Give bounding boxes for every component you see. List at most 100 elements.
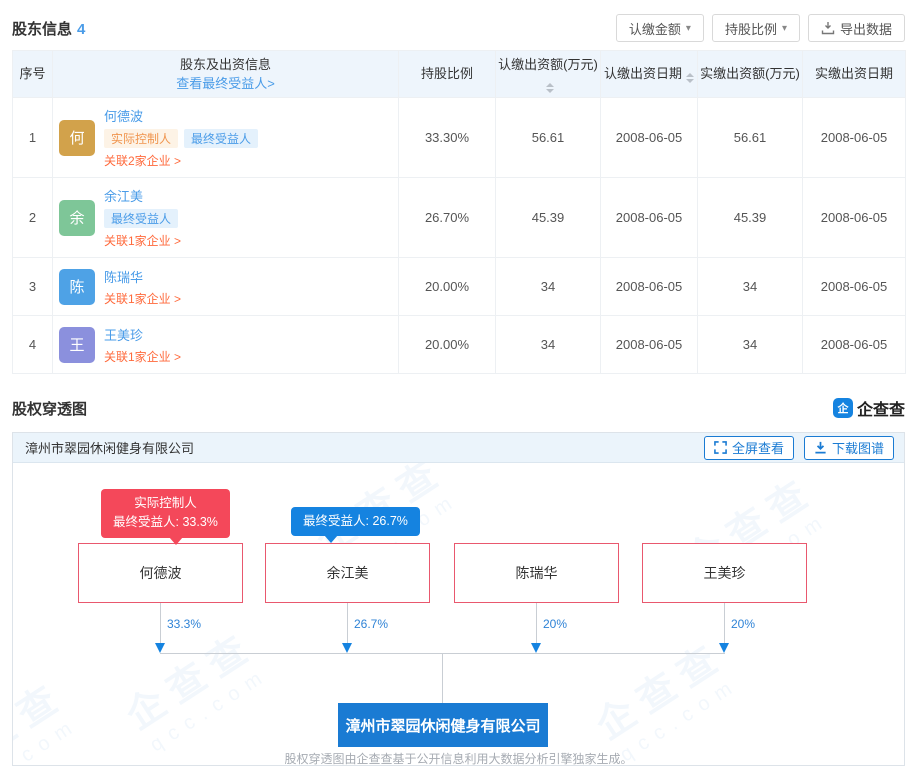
ratio-filter-label: 持股比例 <box>725 19 777 38</box>
shareholder-name-link[interactable]: 陈瑞华 <box>104 267 143 286</box>
paid-date-value: 2008-06-05 <box>803 178 906 258</box>
beneficiary-tag: 最终受益人 <box>184 129 258 148</box>
shareholders-toolbar: 认缴金额 ▾ 持股比例 ▾ 导出数据 <box>616 14 905 42</box>
header-index: 序号 <box>13 51 53 98</box>
subscribed-date-value: 2008-06-05 <box>601 258 698 316</box>
paid-date-value: 2008-06-05 <box>803 258 906 316</box>
connector-line <box>724 603 725 645</box>
equity-chart: 企查查 qcc.com 企查查 qcc.com 企查查 qcc.com 企查查 … <box>13 463 904 765</box>
chevron-down-icon: ▾ <box>686 23 691 34</box>
badge-pointer <box>169 537 183 545</box>
header-shareholder: 股东及出资信息 查看最终受益人> <box>53 51 399 98</box>
shareholder-cell: 余 余江美 最终受益人 关联1家企业 > <box>53 178 399 258</box>
paid-amount-value: 56.61 <box>698 98 803 178</box>
shareholder-cell: 陈 陈瑞华 关联1家企业 > <box>53 258 399 316</box>
avatar: 陈 <box>59 269 95 305</box>
shareholder-cell: 何 何德波 实际控制人 最终受益人 关联2家企业 > <box>53 98 399 178</box>
chevron-down-icon: ▾ <box>782 23 787 34</box>
percent-label: 26.7% <box>354 617 388 631</box>
avatar: 余 <box>59 200 95 236</box>
paid-amount-value: 34 <box>698 316 803 374</box>
paid-amount-value: 34 <box>698 258 803 316</box>
equity-title: 股权穿透图 <box>12 398 87 419</box>
row-index: 1 <box>13 98 53 178</box>
paid-date-value: 2008-06-05 <box>803 98 906 178</box>
avatar: 何 <box>59 120 95 156</box>
ratio-value: 20.00% <box>399 316 496 374</box>
equity-panel-header: 漳州市翠园休闲健身有限公司 全屏查看 下载图谱 <box>13 433 904 463</box>
chart-footnote: 股权穿透图由企查查基于公开信息利用大数据分析引擎独家生成。 <box>13 750 904 765</box>
subscribed-amount-filter-label: 认缴金额 <box>629 19 681 38</box>
chart-node-shareholder[interactable]: 何德波 <box>78 543 243 603</box>
shareholders-header: 股东信息 4 认缴金额 ▾ 持股比例 ▾ 导出数据 <box>0 0 913 50</box>
shareholder-name-link[interactable]: 何德波 <box>104 106 143 125</box>
download-icon <box>814 441 827 454</box>
percent-label: 20% <box>543 617 567 631</box>
shareholders-count: 4 <box>77 21 85 38</box>
ratio-value: 20.00% <box>399 258 496 316</box>
avatar: 王 <box>59 327 95 363</box>
download-chart-button[interactable]: 下载图谱 <box>804 436 894 460</box>
subscribed-date-value: 2008-06-05 <box>601 178 698 258</box>
fullscreen-icon <box>714 441 727 454</box>
shareholder-name-link[interactable]: 余江美 <box>104 186 143 205</box>
subscribed-amount-value: 45.39 <box>496 178 601 258</box>
paid-date-value: 2008-06-05 <box>803 316 906 374</box>
beneficiary-tag: 最终受益人 <box>104 209 178 228</box>
table-row: 4 王 王美珍 关联1家企业 > 20.00% 34 2008-06-05 34… <box>13 316 906 374</box>
chart-node-shareholder[interactable]: 余江美 <box>265 543 430 603</box>
panel-actions: 全屏查看 下载图谱 <box>704 436 894 460</box>
panel-company-name: 漳州市翠园休闲健身有限公司 <box>25 438 194 457</box>
fullscreen-label: 全屏查看 <box>732 438 784 457</box>
row-index: 2 <box>13 178 53 258</box>
sort-icon[interactable] <box>686 73 694 83</box>
shareholders-title-text: 股东信息 <box>12 21 72 38</box>
related-companies-link[interactable]: 关联1家企业 > <box>104 290 181 307</box>
ratio-value: 26.70% <box>399 178 496 258</box>
related-companies-link[interactable]: 关联1家企业 > <box>104 232 181 249</box>
qichacha-logo-icon: 企 <box>833 398 853 418</box>
qichacha-logo-text: 企查查 <box>857 396 905 420</box>
view-beneficiary-link[interactable]: 查看最终受益人> <box>176 76 275 91</box>
row-index: 4 <box>13 316 53 374</box>
actual-controller-tag: 实际控制人 <box>104 129 178 148</box>
actual-controller-badge: 实际控制人 最终受益人: 33.3% <box>101 489 230 538</box>
subscribed-amount-value: 34 <box>496 316 601 374</box>
header-subscribed-amount-text: 认缴出资额(万元) <box>498 57 598 72</box>
shareholders-table: 序号 股东及出资信息 查看最终受益人> 持股比例 认缴出资额(万元) 认缴出资日… <box>12 50 906 374</box>
arrow-down-icon <box>342 643 352 653</box>
header-paid-date: 实缴出资日期 <box>803 51 906 98</box>
table-row: 1 何 何德波 实际控制人 最终受益人 关联2家企业 > 33.30% 56.6… <box>13 98 906 178</box>
watermark: 企查查 qcc.com <box>113 615 276 759</box>
header-shareholder-text: 股东及出资信息 <box>53 55 398 75</box>
beneficiary-badge: 最终受益人: 26.7% <box>291 507 420 536</box>
sort-icon[interactable] <box>546 83 554 93</box>
chart-node-shareholder[interactable]: 陈瑞华 <box>454 543 619 603</box>
export-data-label: 导出数据 <box>840 19 892 38</box>
related-companies-link[interactable]: 关联2家企业 > <box>104 152 181 169</box>
qichacha-logo: 企 企查查 <box>833 396 905 420</box>
ratio-filter-button[interactable]: 持股比例 ▾ <box>712 14 800 42</box>
export-data-button[interactable]: 导出数据 <box>808 14 905 42</box>
shareholder-cell: 王 王美珍 关联1家企业 > <box>53 316 399 374</box>
export-icon <box>821 21 835 35</box>
fullscreen-button[interactable]: 全屏查看 <box>704 436 794 460</box>
subscribed-date-value: 2008-06-05 <box>601 316 698 374</box>
subscribed-date-value: 2008-06-05 <box>601 98 698 178</box>
related-companies-link[interactable]: 关联1家企业 > <box>104 348 181 365</box>
connector-line <box>160 603 161 645</box>
equity-panel: 漳州市翠园休闲健身有限公司 全屏查看 下载图谱 企查查 qcc.com 企查查 <box>12 432 905 766</box>
header-ratio: 持股比例 <box>399 51 496 98</box>
connector-line <box>347 603 348 645</box>
arrow-down-icon <box>719 643 729 653</box>
actual-controller-badge-line1: 实际控制人 <box>113 494 218 513</box>
subscribed-amount-filter-button[interactable]: 认缴金额 ▾ <box>616 14 704 42</box>
subscribed-amount-value: 34 <box>496 258 601 316</box>
ratio-value: 33.30% <box>399 98 496 178</box>
shareholder-name-link[interactable]: 王美珍 <box>104 325 143 344</box>
chart-node-shareholder[interactable]: 王美珍 <box>642 543 807 603</box>
chart-node-company[interactable]: 漳州市翠园休闲健身有限公司 <box>338 703 548 747</box>
header-subscribed-amount: 认缴出资额(万元) <box>496 51 601 98</box>
arrow-down-icon <box>155 643 165 653</box>
percent-label: 20% <box>731 617 755 631</box>
